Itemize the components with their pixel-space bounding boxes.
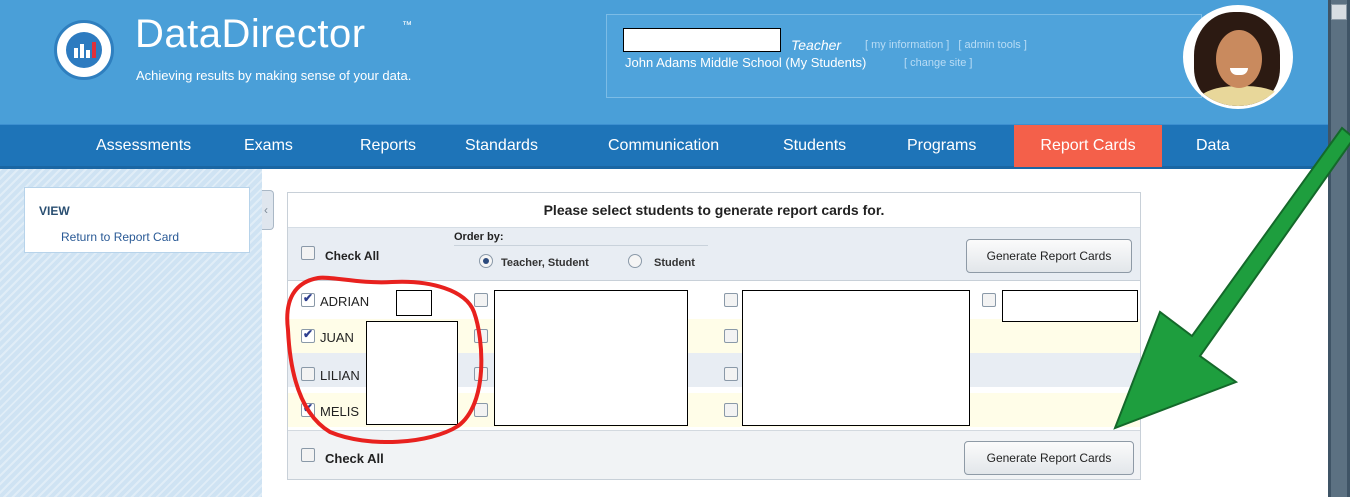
brand-name[interactable]: DataDirector bbox=[135, 12, 366, 57]
user-role: Teacher bbox=[791, 37, 842, 53]
order-by-label: Order by: bbox=[454, 231, 504, 243]
redacted-name bbox=[366, 321, 458, 425]
student-name: ADRIAN bbox=[320, 294, 370, 309]
student-checkbox-lilian[interactable] bbox=[301, 367, 315, 381]
check-all-label-top: Check All bbox=[325, 249, 380, 263]
student-checkbox[interactable] bbox=[724, 329, 738, 343]
order-student-radio[interactable] bbox=[628, 254, 642, 268]
form-footer: Check All Generate Report Cards bbox=[288, 430, 1140, 479]
order-student-label: Student bbox=[654, 257, 695, 269]
check-all-checkbox-top[interactable] bbox=[301, 246, 315, 260]
logo-icon[interactable] bbox=[54, 20, 114, 80]
sidebar-collapse-toggle[interactable]: ‹ bbox=[262, 190, 274, 230]
order-teacher-student-radio[interactable] bbox=[479, 254, 493, 268]
user-links: [ my information ] [ admin tools ] bbox=[865, 39, 1033, 51]
nav-standards[interactable]: Standards bbox=[449, 125, 554, 167]
student-checkbox[interactable] bbox=[982, 293, 996, 307]
nav-assessments[interactable]: Assessments bbox=[80, 125, 207, 167]
admin-tools-link[interactable]: [ admin tools ] bbox=[958, 39, 1026, 51]
student-name: JUAN bbox=[320, 330, 354, 345]
student-name: MELIS bbox=[320, 404, 360, 419]
student-checkbox[interactable] bbox=[724, 403, 738, 417]
student-checkbox[interactable] bbox=[474, 293, 488, 307]
redacted-name bbox=[742, 290, 970, 426]
nav-reports[interactable]: Reports bbox=[344, 125, 432, 167]
sidebar: VIEW Return to Report Card bbox=[0, 169, 262, 497]
user-panel: Teacher [ my information ] [ admin tools… bbox=[606, 14, 1202, 98]
nav-communication[interactable]: Communication bbox=[592, 125, 735, 167]
avatar bbox=[1183, 5, 1293, 109]
student-selection-form: Please select students to generate repor… bbox=[287, 192, 1141, 480]
view-title: VIEW bbox=[39, 204, 70, 218]
scrollbar-track[interactable] bbox=[1331, 0, 1347, 497]
scroll-up-icon[interactable] bbox=[1331, 4, 1347, 20]
trademark: ™ bbox=[402, 20, 412, 31]
student-checkbox[interactable] bbox=[724, 367, 738, 381]
order-teacher-student-label: Teacher, Student bbox=[501, 257, 589, 269]
form-toolbar: Check All Order by: Teacher, Student Stu… bbox=[288, 227, 1140, 281]
change-site-link[interactable]: [ change site ] bbox=[904, 57, 973, 69]
tagline: Achieving results by making sense of you… bbox=[136, 68, 412, 83]
generate-report-cards-button-top[interactable]: Generate Report Cards bbox=[966, 239, 1132, 273]
nav-exams[interactable]: Exams bbox=[228, 125, 309, 167]
school-name: John Adams Middle School (My Students) bbox=[625, 55, 867, 70]
redacted-name bbox=[1002, 290, 1138, 322]
student-checkbox[interactable] bbox=[474, 329, 488, 343]
form-title: Please select students to generate repor… bbox=[543, 202, 885, 218]
redacted-name bbox=[396, 290, 432, 316]
redacted-name bbox=[494, 290, 688, 426]
redacted-user-name bbox=[623, 28, 781, 52]
nav-report-cards[interactable]: Report Cards bbox=[1014, 125, 1162, 167]
check-all-label-bottom: Check All bbox=[325, 451, 384, 466]
my-information-link[interactable]: [ my information ] bbox=[865, 39, 949, 51]
student-name: LILIAN bbox=[320, 368, 360, 383]
annotation-arrow bbox=[1113, 126, 1350, 430]
main-nav: Assessments Exams Reports Standards Comm… bbox=[0, 124, 1328, 169]
nav-programs[interactable]: Programs bbox=[891, 125, 992, 167]
view-panel: VIEW Return to Report Card bbox=[24, 187, 250, 253]
nav-students[interactable]: Students bbox=[767, 125, 862, 167]
app-header: DataDirector ™ Achieving results by maki… bbox=[0, 0, 1328, 124]
collapse-arrow-icon: ‹ bbox=[264, 203, 268, 217]
student-checkbox-melis[interactable] bbox=[301, 401, 315, 417]
student-checkbox[interactable] bbox=[474, 367, 488, 381]
student-checkbox[interactable] bbox=[474, 403, 488, 417]
check-all-checkbox-bottom[interactable] bbox=[301, 448, 315, 462]
student-checkbox[interactable] bbox=[724, 293, 738, 307]
student-checkbox-adrian[interactable] bbox=[301, 291, 315, 307]
nav-data[interactable]: Data bbox=[1180, 125, 1246, 167]
generate-report-cards-button-bottom[interactable]: Generate Report Cards bbox=[964, 441, 1134, 475]
return-to-report-card-link[interactable]: Return to Report Card bbox=[61, 230, 179, 244]
student-checkbox-juan[interactable] bbox=[301, 327, 315, 343]
order-by-divider bbox=[454, 245, 708, 246]
